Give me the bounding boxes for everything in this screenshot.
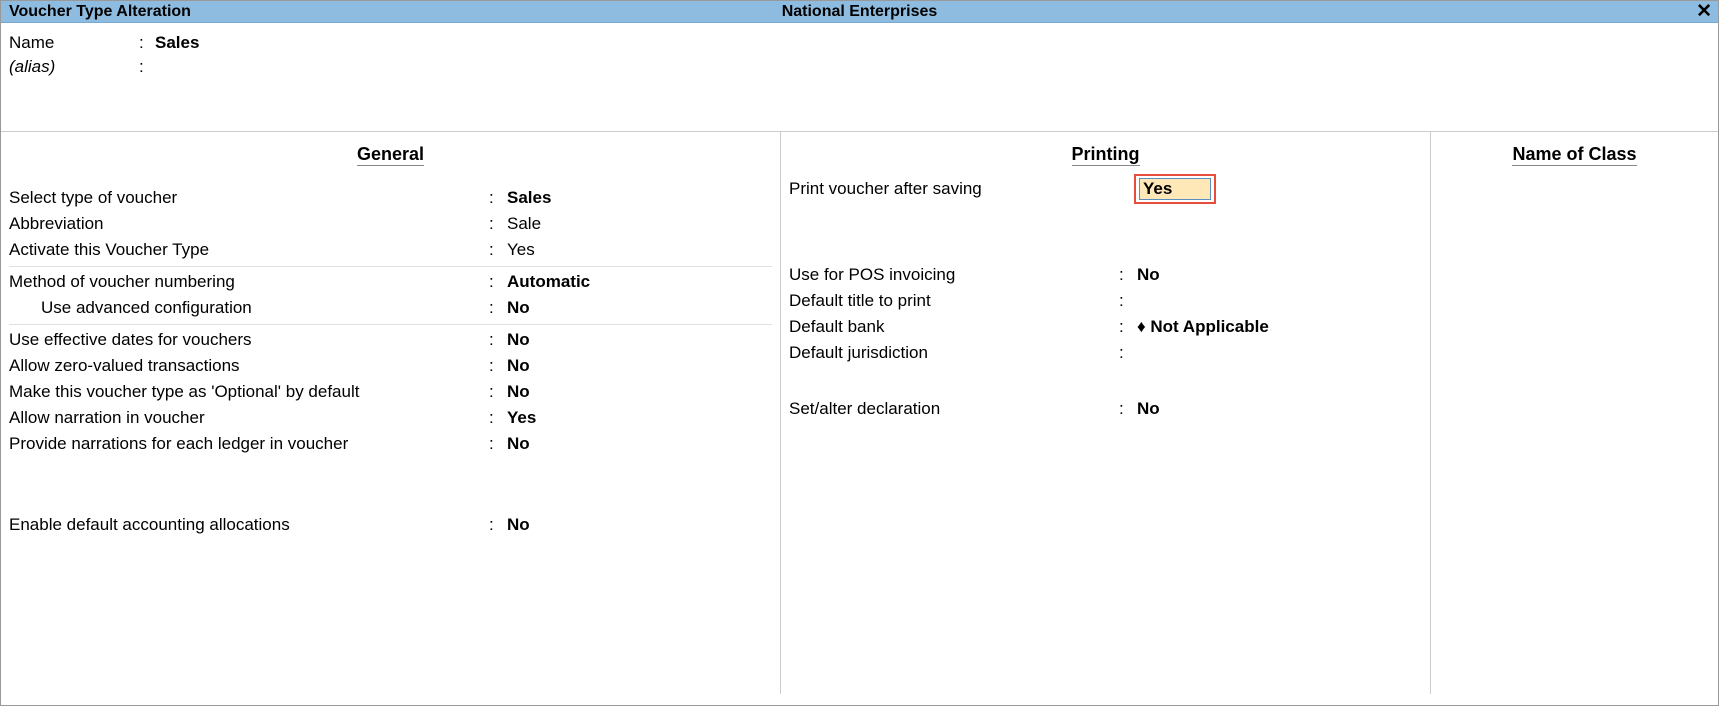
voucher-header: Name : Sales (alias) : xyxy=(1,23,1718,132)
default-bank-field[interactable]: ♦ Not Applicable xyxy=(1137,317,1269,337)
activate-field[interactable]: Yes xyxy=(507,240,535,260)
print-after-saving-highlight: Yes xyxy=(1134,174,1216,204)
optional-label: Make this voucher type as 'Optional' by … xyxy=(9,382,489,402)
name-field[interactable]: Sales xyxy=(155,33,199,53)
general-column: General Select type of voucher : Sales A… xyxy=(1,132,781,694)
effective-dates-label: Use effective dates for vouchers xyxy=(9,330,489,350)
default-alloc-label: Enable default accounting allocations xyxy=(9,515,489,535)
print-after-saving-field[interactable]: Yes xyxy=(1139,178,1211,200)
effective-dates-field[interactable]: No xyxy=(507,330,530,350)
close-icon[interactable]: ✕ xyxy=(1696,1,1712,23)
printing-heading: Printing xyxy=(789,144,1422,165)
default-alloc-field[interactable]: No xyxy=(507,515,530,535)
method-numbering-label: Method of voucher numbering xyxy=(9,272,489,292)
narration-each-label: Provide narrations for each ledger in vo… xyxy=(9,434,489,454)
class-column: Name of Class xyxy=(1431,132,1718,694)
zero-valued-label: Allow zero-valued transactions xyxy=(9,356,489,376)
default-bank-label: Default bank xyxy=(789,317,1119,337)
abbreviation-field[interactable]: Sale xyxy=(507,214,541,234)
optional-field[interactable]: No xyxy=(507,382,530,402)
default-jurisdiction-label: Default jurisdiction xyxy=(789,343,1119,363)
pos-invoicing-label: Use for POS invoicing xyxy=(789,265,1119,285)
title-bar: Voucher Type Alteration National Enterpr… xyxy=(1,1,1718,23)
activate-label: Activate this Voucher Type xyxy=(9,240,489,260)
print-after-saving-label: Print voucher after saving xyxy=(789,179,1119,199)
narration-each-field[interactable]: No xyxy=(507,434,530,454)
narration-field[interactable]: Yes xyxy=(507,408,536,428)
name-label: Name xyxy=(9,33,139,53)
adv-config-label: Use advanced configuration xyxy=(9,298,489,318)
declaration-label: Set/alter declaration xyxy=(789,399,1119,419)
screen-title: Voucher Type Alteration xyxy=(9,3,191,21)
select-type-label: Select type of voucher xyxy=(9,188,489,208)
abbreviation-label: Abbreviation xyxy=(9,214,489,234)
class-heading: Name of Class xyxy=(1439,144,1710,165)
default-title-label: Default title to print xyxy=(789,291,1119,311)
alias-label: (alias) xyxy=(9,57,139,77)
company-name: National Enterprises xyxy=(782,3,938,21)
select-type-field[interactable]: Sales xyxy=(507,188,551,208)
declaration-field[interactable]: No xyxy=(1137,399,1160,419)
pos-invoicing-field[interactable]: No xyxy=(1137,265,1160,285)
adv-config-field[interactable]: No xyxy=(507,298,530,318)
general-heading: General xyxy=(9,144,772,165)
zero-valued-field[interactable]: No xyxy=(507,356,530,376)
method-numbering-field[interactable]: Automatic xyxy=(507,272,590,292)
printing-column: Printing Print voucher after saving Yes … xyxy=(781,132,1431,694)
narration-label: Allow narration in voucher xyxy=(9,408,489,428)
